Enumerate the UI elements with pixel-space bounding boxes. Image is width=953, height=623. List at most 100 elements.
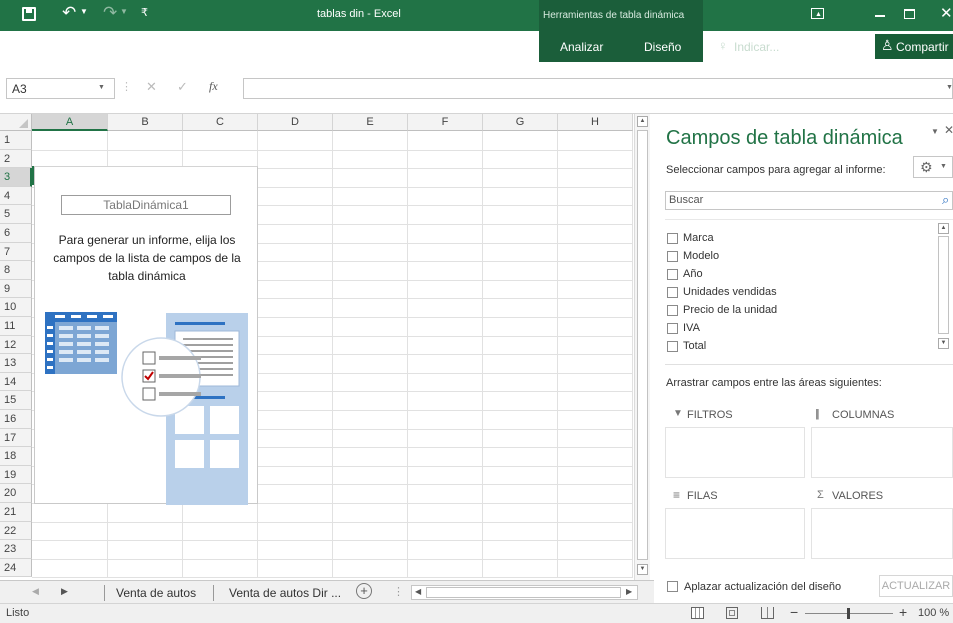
- zoom-in-icon[interactable]: +: [899, 604, 907, 620]
- row-header-9[interactable]: 9: [0, 279, 32, 299]
- row-header-8[interactable]: 8: [0, 261, 32, 280]
- normal-view-icon[interactable]: [691, 607, 704, 619]
- zoom-out-icon[interactable]: −: [790, 604, 798, 620]
- row-header-1[interactable]: 1: [0, 131, 32, 150]
- worksheet-grid[interactable]: ABCDEFGH 1 2 3 4 5 6 7 8 9 10 11 12 13 14 15 16 17 18 19 20…: [0, 114, 654, 580]
- row-header-14[interactable]: 14: [0, 372, 32, 392]
- field-checkbox-6[interactable]: [667, 341, 678, 352]
- column-header-c[interactable]: C: [183, 114, 258, 131]
- column-header-f[interactable]: F: [408, 114, 483, 131]
- field-label[interactable]: Marca: [683, 232, 714, 244]
- values-drop-zone[interactable]: [811, 508, 953, 559]
- tab-revisar[interactable]: Revisar: [436, 40, 477, 54]
- row-header-10[interactable]: 10: [0, 298, 32, 317]
- field-checkbox-3[interactable]: [667, 287, 678, 298]
- zoom-slider-thumb[interactable]: [847, 608, 850, 619]
- row-header-3[interactable]: 3: [0, 168, 32, 187]
- formula-input[interactable]: [243, 78, 953, 99]
- row-header-24[interactable]: 24: [0, 558, 32, 578]
- row-header-21[interactable]: 21: [0, 503, 32, 522]
- save-icon[interactable]: [22, 7, 36, 21]
- field-checkbox-1[interactable]: [667, 251, 678, 262]
- row-header-5[interactable]: 5: [0, 205, 32, 224]
- defer-update-checkbox[interactable]: [667, 581, 678, 592]
- field-label[interactable]: IVA: [683, 322, 700, 334]
- field-checkbox-2[interactable]: [667, 269, 678, 280]
- row-header-2[interactable]: 2: [0, 149, 32, 169]
- minimize-icon[interactable]: [875, 15, 885, 17]
- field-list[interactable]: Marca Modelo Año Unidades vendidas Precio de…: [665, 219, 953, 357]
- hscroll-right-icon[interactable]: ▶: [626, 587, 632, 596]
- undo-dropdown-icon[interactable]: ▼: [80, 7, 88, 16]
- field-label[interactable]: Precio de la unidad: [683, 304, 777, 316]
- insert-function-icon[interactable]: fx: [209, 79, 218, 94]
- redo-dropdown-icon[interactable]: ▼: [120, 7, 128, 16]
- undo-icon[interactable]: ↶: [62, 3, 76, 23]
- tab-split-grip-icon[interactable]: ⋮: [393, 585, 404, 598]
- zoom-level[interactable]: 100 %: [918, 607, 949, 619]
- field-scroll-up-icon[interactable]: ▲: [938, 223, 949, 234]
- scroll-thumb[interactable]: [637, 130, 648, 560]
- customize-qat-icon[interactable]: ₹: [141, 6, 148, 19]
- tab-inicio[interactable]: Inicio: [79, 40, 107, 54]
- page-break-view-icon[interactable]: [761, 607, 774, 619]
- name-box[interactable]: A3 ▼: [6, 78, 115, 99]
- row-header-23[interactable]: 23: [0, 540, 32, 559]
- expand-formula-bar-icon[interactable]: ▼: [946, 84, 953, 91]
- tab-vista[interactable]: Vista: [499, 40, 525, 54]
- close-icon[interactable]: ✕: [940, 4, 953, 22]
- scroll-up-icon[interactable]: ▲: [637, 116, 648, 127]
- tab-insertar[interactable]: Insertar: [132, 40, 173, 54]
- page-layout-view-icon[interactable]: [726, 607, 738, 619]
- redo-icon[interactable]: ↷: [103, 3, 117, 23]
- row-header-7[interactable]: 7: [0, 242, 32, 262]
- ribbon-display-options-icon[interactable]: ▲: [811, 8, 824, 19]
- field-label[interactable]: Año: [683, 268, 703, 280]
- hscroll-thumb[interactable]: [426, 587, 621, 598]
- hscroll-left-icon[interactable]: ◀: [415, 587, 421, 596]
- row-header-6[interactable]: 6: [0, 224, 32, 243]
- tab-diseno[interactable]: Diseño: [644, 40, 681, 54]
- tools-button[interactable]: ⚙ ▼: [913, 156, 953, 178]
- signin-link[interactable]: Iniciar sesión: [790, 40, 860, 54]
- tab-datos[interactable]: Datos: [370, 40, 401, 54]
- row-header-18[interactable]: 18: [0, 447, 32, 466]
- column-header-a[interactable]: A: [32, 114, 108, 131]
- panel-options-dropdown-icon[interactable]: ▼: [931, 127, 939, 136]
- search-icon[interactable]: ⌕: [942, 192, 949, 208]
- row-header-20[interactable]: 20: [0, 484, 32, 503]
- next-sheet-icon[interactable]: ▶: [61, 586, 68, 597]
- columns-drop-zone[interactable]: [811, 427, 953, 478]
- name-box-dropdown-icon[interactable]: ▼: [98, 84, 105, 91]
- column-header-b[interactable]: B: [108, 114, 183, 131]
- new-sheet-icon[interactable]: +: [356, 583, 372, 599]
- rows-drop-zone[interactable]: [665, 508, 805, 559]
- row-header-19[interactable]: 19: [0, 465, 32, 485]
- row-header-12[interactable]: 12: [0, 335, 32, 355]
- field-list-scrollbar[interactable]: ▲ ▼: [937, 222, 951, 356]
- tab-archivo[interactable]: Archivo: [7, 40, 47, 54]
- maximize-icon[interactable]: [904, 9, 915, 19]
- column-header-d[interactable]: D: [258, 114, 333, 131]
- sheet-tab-venta-autos[interactable]: Venta de autos: [116, 586, 196, 600]
- panel-close-icon[interactable]: ✕: [944, 123, 953, 137]
- row-header-16[interactable]: 16: [0, 410, 32, 429]
- row-header-13[interactable]: 13: [0, 354, 32, 373]
- tell-me-box[interactable]: Indicar...: [734, 40, 779, 54]
- cancel-entry-icon[interactable]: ✕: [146, 79, 157, 95]
- field-scroll-down-icon[interactable]: ▼: [938, 338, 949, 349]
- row-header-15[interactable]: 15: [0, 391, 32, 410]
- column-header-g[interactable]: G: [483, 114, 558, 131]
- field-checkbox-0[interactable]: [667, 233, 678, 244]
- field-scroll-thumb[interactable]: [938, 236, 949, 334]
- row-header-11[interactable]: 11: [0, 317, 32, 336]
- prev-sheet-icon[interactable]: ◀: [32, 586, 39, 597]
- row-header-17[interactable]: 17: [0, 428, 32, 448]
- row-header-22[interactable]: 22: [0, 521, 32, 541]
- column-header-e[interactable]: E: [333, 114, 408, 131]
- enter-icon[interactable]: ✓: [177, 79, 188, 95]
- update-button[interactable]: ACTUALIZAR: [879, 575, 953, 597]
- field-label[interactable]: Unidades vendidas: [683, 286, 777, 298]
- field-checkbox-5[interactable]: [667, 323, 678, 334]
- tab-formulas[interactable]: Fórmulas: [309, 40, 359, 54]
